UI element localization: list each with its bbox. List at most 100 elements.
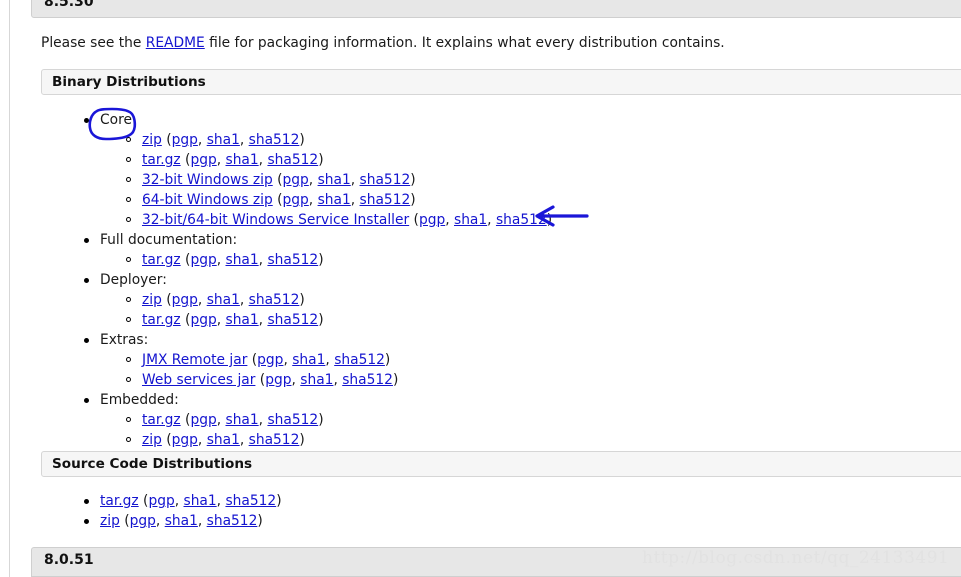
bullet-disc-icon [84,398,89,403]
checksum-link-sha1[interactable]: sha1 [207,432,240,448]
distribution-group-label: Core: [100,112,137,128]
paren-close: ) [257,513,263,529]
checksum-link-pgp[interactable]: pgp [172,292,198,308]
bullet-circle-icon [126,317,131,322]
checksum-link-pgp[interactable]: pgp [283,192,309,208]
checksum-link-sha512[interactable]: sha512 [207,513,258,529]
list-item: 32-bit/64-bit Windows Service Installer … [122,210,552,230]
checksum-link-pgp[interactable]: pgp [190,252,216,268]
checksum-link-sha512[interactable]: sha512 [334,352,385,368]
download-link[interactable]: JMX Remote jar [142,352,247,368]
checksum-link-sha1[interactable]: sha1 [226,252,259,268]
bullet-circle-icon [126,377,131,382]
download-link[interactable]: zip [142,432,162,448]
paren-close: ) [410,172,416,188]
download-link[interactable]: zip [142,132,162,148]
paren-close: ) [318,252,324,268]
paren-close: ) [318,152,324,168]
checksum-link-pgp[interactable]: pgp [190,312,216,328]
bullet-circle-icon [126,437,131,442]
checksum-link-sha1[interactable]: sha1 [226,312,259,328]
checksum-link-sha1[interactable]: sha1 [207,132,240,148]
distribution-group: Core: zip (pgp, sha1, sha512) tar.gz (pgp,… [80,110,552,230]
checksum-link-sha512[interactable]: sha512 [249,292,300,308]
checksum-link-pgp[interactable]: pgp [190,412,216,428]
bullet-disc-icon [84,338,89,343]
list-item: 64-bit Windows zip (pgp, sha1, sha512) [122,190,552,210]
checksum-link-pgp[interactable]: pgp [172,432,198,448]
separator: , [239,432,249,448]
checksum-link-sha512[interactable]: sha512 [267,412,318,428]
checksum-link-sha1[interactable]: sha1 [318,192,351,208]
checksum-link-pgp[interactable]: pgp [148,493,174,509]
bullet-circle-icon [126,297,131,302]
paren-open: ( [180,412,191,428]
checksum-link-sha1[interactable]: sha1 [226,152,259,168]
checksum-link-pgp[interactable]: pgp [172,132,198,148]
paren-close: ) [276,493,282,509]
list-item: JMX Remote jar (pgp, sha1, sha512) [122,350,552,370]
paren-close: ) [299,292,305,308]
checksum-link-sha512[interactable]: sha512 [249,432,300,448]
checksum-link-sha512[interactable]: sha512 [360,192,411,208]
checksum-link-sha512[interactable]: sha512 [267,252,318,268]
distribution-group-label: Full documentation: [100,232,238,248]
paren-open: ( [161,432,172,448]
separator: , [239,292,249,308]
download-link[interactable]: tar.gz [142,252,181,268]
checksum-link-sha1[interactable]: sha1 [454,212,487,228]
download-link[interactable]: tar.gz [100,493,139,509]
download-link[interactable]: 64-bit Windows zip [142,192,273,208]
list-item: tar.gz (pgp, sha1, sha512) [122,410,552,430]
download-link[interactable]: tar.gz [142,152,181,168]
checksum-link-sha512[interactable]: sha512 [225,493,276,509]
download-link[interactable]: 32-bit/64-bit Windows Service Installer [142,212,409,228]
download-link[interactable]: zip [100,513,120,529]
download-link[interactable]: zip [142,292,162,308]
list-item: tar.gz (pgp, sha1, sha512) [122,150,552,170]
separator: , [325,352,335,368]
download-link[interactable]: tar.gz [142,412,181,428]
checksum-link-sha512[interactable]: sha512 [342,372,393,388]
separator: , [216,312,226,328]
page-frame: 8.5.30 Please see the README file for pa… [9,0,961,577]
download-link[interactable]: Web services jar [142,372,255,388]
checksum-link-pgp[interactable]: pgp [257,352,283,368]
checksum-link-sha1[interactable]: sha1 [292,352,325,368]
binary-distributions-list: Core: zip (pgp, sha1, sha512) tar.gz (pgp,… [80,110,552,450]
separator: , [487,212,496,228]
checksum-link-sha512[interactable]: sha512 [267,312,318,328]
bullet-disc-icon [84,238,89,243]
checksum-link-pgp[interactable]: pgp [419,212,445,228]
intro-text-after: file for packaging information. It expla… [204,35,725,51]
checksum-link-pgp[interactable]: pgp [265,372,291,388]
checksum-link-sha512[interactable]: sha512 [249,132,300,148]
version-header-8-5-30[interactable]: 8.5.30 [31,0,961,18]
checksum-link-sha512[interactable]: sha512 [267,152,318,168]
download-link[interactable]: 32-bit Windows zip [142,172,273,188]
checksum-link-sha1[interactable]: sha1 [300,372,333,388]
separator: , [174,493,184,509]
distribution-file-list: JMX Remote jar (pgp, sha1, sha512) Web se… [122,350,552,390]
checksum-link-pgp[interactable]: pgp [130,513,156,529]
checksum-link-sha1[interactable]: sha1 [165,513,198,529]
paren-close: ) [299,132,305,148]
distribution-group-label: Extras: [100,332,149,348]
checksum-link-sha1[interactable]: sha1 [226,412,259,428]
download-link[interactable]: tar.gz [142,312,181,328]
readme-link[interactable]: README [146,35,205,51]
separator: , [216,152,226,168]
checksum-link-pgp[interactable]: pgp [190,152,216,168]
checksum-link-sha1[interactable]: sha1 [184,493,217,509]
distribution-group-label: Embedded: [100,392,179,408]
separator: , [308,192,318,208]
separator: , [197,513,207,529]
checksum-link-pgp[interactable]: pgp [283,172,309,188]
checksum-link-sha512[interactable]: sha512 [496,212,547,228]
section-header-binary-distributions: Binary Distributions [41,69,961,95]
paren-open: ( [119,513,130,529]
checksum-link-sha1[interactable]: sha1 [207,292,240,308]
separator: , [283,352,293,368]
checksum-link-sha512[interactable]: sha512 [360,172,411,188]
checksum-link-sha1[interactable]: sha1 [318,172,351,188]
